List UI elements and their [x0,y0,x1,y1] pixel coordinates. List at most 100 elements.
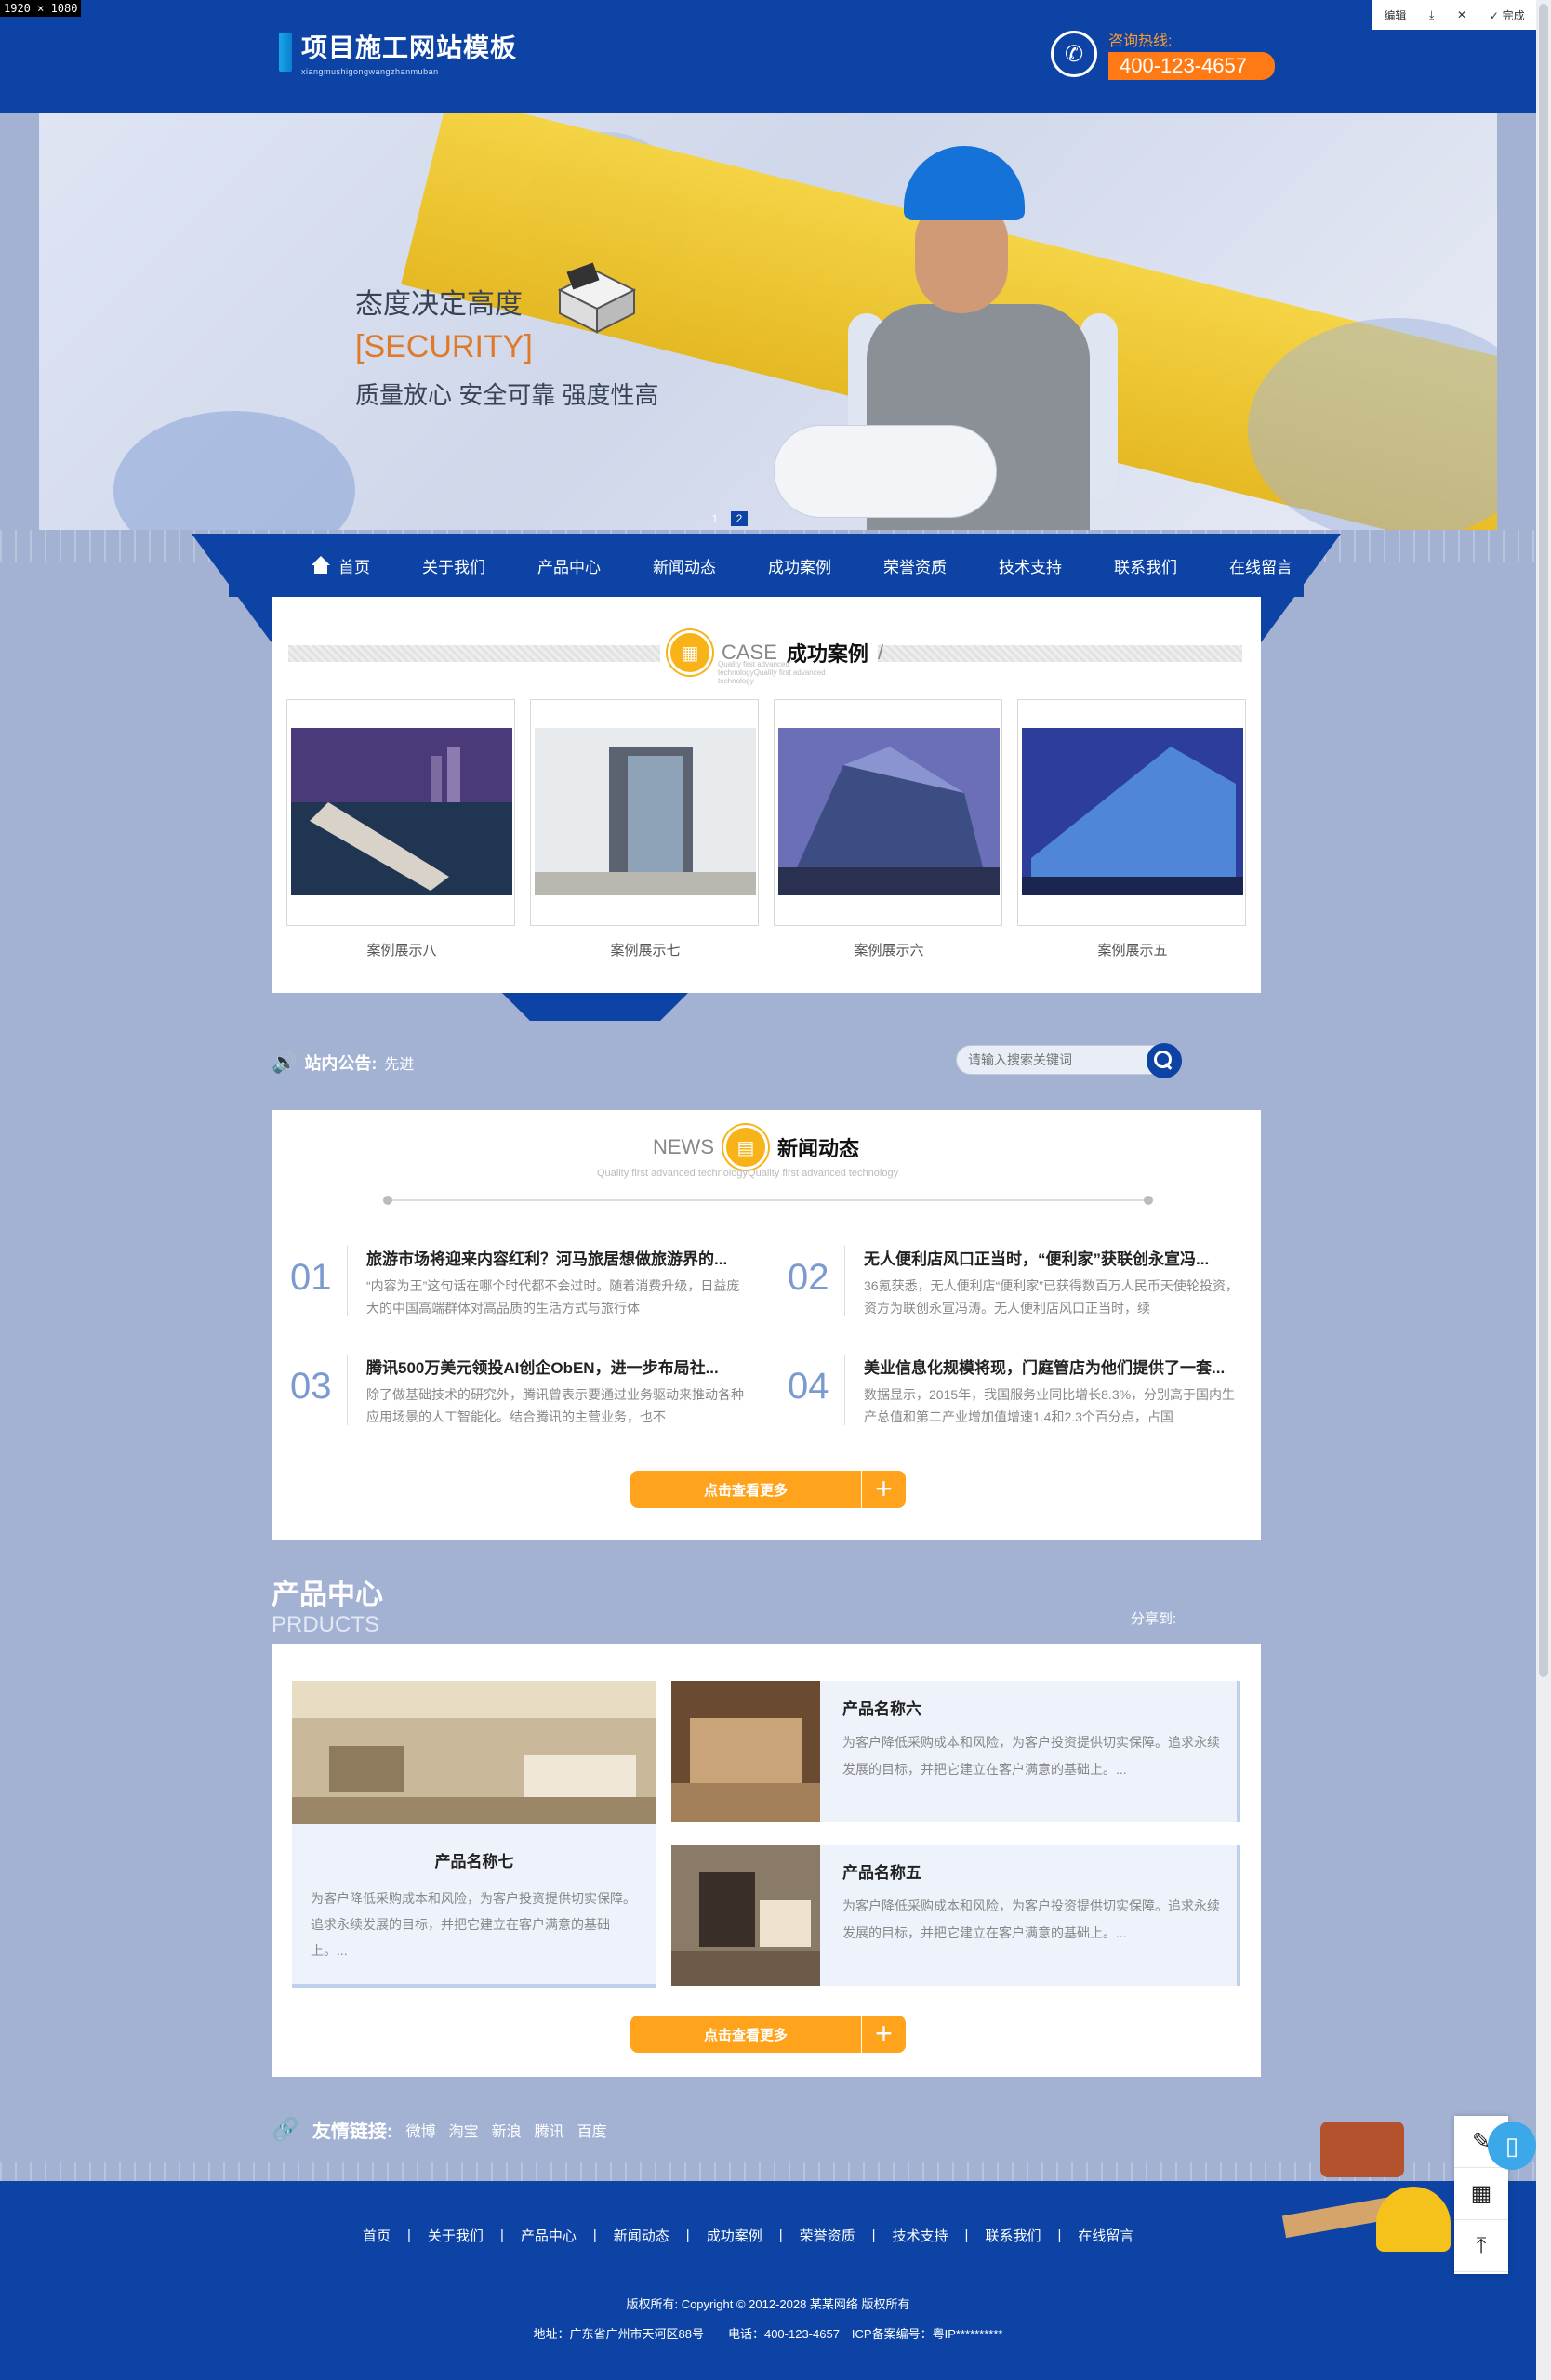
carousel-dot-1[interactable]: 1 [707,511,723,526]
link-icon: 🔗 [272,2117,299,2142]
search-input[interactable] [957,1046,1133,1074]
friend-link[interactable]: 腾讯 [535,2119,564,2141]
product-card[interactable]: 产品名称五 为客户降低采购成本和风险，为客户投资提供切实保障。追求永续发展的目标… [671,1844,1240,1986]
products-title-cn: 产品中心 [272,1580,383,1610]
news-more-button[interactable]: 点击查看更多 + [630,1471,906,1508]
more-label: 点击查看更多 [703,2027,788,2043]
title-slash: / [877,641,884,664]
download-icon[interactable]: ⤓ [1429,8,1434,22]
footer-nav-item[interactable]: 首页 [363,2226,391,2245]
logo-title: 项目施工网站模板 [301,33,518,62]
hotline: ✆ 咨询热线: 400-123-4657 [1051,28,1276,80]
qrcode-icon[interactable]: ▦ [1454,2168,1508,2220]
news-item[interactable]: 01 旅游市场将迎来内容红利？河马旅居想做旅游界的... “内容为王”这句话在哪… [290,1246,750,1319]
footer-nav-item[interactable]: 荣誉资质 [800,2226,855,2245]
news-title-link[interactable]: 无人便利店风口正当时，“便利家”获联创永宣冯... [864,1246,1245,1269]
footer-nav-item[interactable]: 在线留言 [1078,2226,1133,2245]
products-title-en: PRDUCTS [272,1612,380,1637]
nav-item-contact[interactable]: 联系我们 [1088,554,1203,577]
news-list: 01 旅游市场将迎来内容红利？河马旅居想做旅游界的... “内容为王”这句话在哪… [290,1246,1248,1428]
hotline-number: 400-123-4657 [1108,52,1276,80]
product-name: 产品名称六 [842,1700,921,1718]
case-item[interactable]: 案例展示六 [774,699,1002,959]
news-subtitle: Quality first advanced technologyQuality… [597,1168,899,1179]
notice-text[interactable]: 先进 [384,1051,414,1074]
carousel-dot-2[interactable]: 2 [731,511,748,526]
product-desc: 为客户降低采购成本和风险，为客户投资提供切实保障。追求永续发展的目标，并把它建立… [842,1898,1220,1940]
nav-item-message[interactable]: 在线留言 [1203,554,1319,577]
footer-nav-item[interactable]: 技术支持 [893,2226,948,2245]
product-image [292,1681,656,1824]
cases-section: ▦ CASE 成功案例 / Quality first advanced tec… [272,597,1261,993]
edit-button[interactable]: 编辑 [1384,7,1406,23]
scrollbar-thumb[interactable] [1539,4,1548,1677]
product-card-featured[interactable]: 产品名称七 为客户降低采购成本和风险，为客户投资提供切实保障。追求永续发展的目标… [292,1681,656,1988]
nav-separator: | [964,2228,969,2243]
nav-item-products[interactable]: 产品中心 [511,554,627,577]
logo-mark-icon [279,33,292,72]
news-title-link[interactable]: 美业信息化规模将现，门庭管店为他们提供了一套... [864,1355,1245,1378]
news-title: NEWS ▤ 新闻动态 [653,1125,859,1170]
hero-line-3: 质量放心 安全可靠 强度性高 [355,381,659,409]
news-item[interactable]: 04 美业信息化规模将现，门庭管店为他们提供了一套... 数据显示，2015年，… [788,1355,1248,1428]
product-card[interactable]: 产品名称六 为客户降低采购成本和风险，为客户投资提供切实保障。追求永续发展的目标… [671,1681,1240,1822]
friend-links: 🔗 友情链接: 微博 淘宝 新浪 腾讯 百度 [272,2116,607,2143]
footer-nav-item[interactable]: 新闻动态 [614,2226,669,2245]
friend-link[interactable]: 微博 [406,2119,436,2141]
section-stripe-left [288,645,660,662]
case-image [291,728,512,895]
friend-link[interactable]: 百度 [577,2119,607,2141]
notice-label: 站内公告: [304,1054,378,1073]
footer-nav-item[interactable]: 成功案例 [707,2226,762,2245]
toolbox-decoration [1320,2122,1404,2177]
news-item[interactable]: 02 无人便利店风口正当时，“便利家”获联创永宣冯... 36氪获悉，无人便利店… [788,1246,1248,1319]
hero-banner[interactable]: 态度决定高度 [SECURITY] 质量放心 安全可靠 强度性高 1 2 [39,113,1497,532]
back-to-top-icon[interactable]: ⤒ [1454,2220,1508,2272]
footer-address: 地址：广东省广州市天河区88号 电话：400-123-4657 ICP备案编号：… [533,2327,1003,2341]
footer-nav-item[interactable]: 联系我们 [985,2226,1041,2245]
friend-link[interactable]: 新浪 [492,2119,522,2141]
case-bottom-decoration [502,993,688,1021]
case-item[interactable]: 案例展示五 [1017,699,1246,959]
blueprint-roll [774,425,997,518]
products-section: 产品名称七 为客户降低采购成本和风险，为客户投资提供切实保障。追求永续发展的目标… [272,1644,1261,2077]
share-label[interactable]: 分享到: [1131,1608,1176,1628]
nav-item-cases[interactable]: 成功案例 [742,554,857,577]
friend-link[interactable]: 淘宝 [449,2119,479,2141]
vertical-scrollbar[interactable] [1536,0,1551,2380]
friend-links-label: 友情链接: [312,2122,393,2142]
close-icon[interactable]: ✕ [1457,8,1466,21]
news-title-link[interactable]: 腾讯500万美元领投AI创企ObEN，进一步布局社... [366,1355,748,1378]
news-number: 02 [788,1246,845,1316]
case-caption: 案例展示六 [854,943,924,959]
news-number: 01 [290,1246,348,1316]
case-item[interactable]: 案例展示八 [286,699,515,959]
product-image [671,1844,820,1986]
nav-item-label: 首页 [338,558,370,576]
footer-nav-item[interactable]: 关于我们 [428,2226,484,2245]
news-title-link[interactable]: 旅游市场将迎来内容红利？河马旅居想做旅游界的... [366,1246,748,1269]
case-caption: 案例展示八 [366,943,437,959]
site-logo[interactable]: 项目施工网站模板 xiangmushigongwangzhanmuban [279,28,517,76]
nav-item-news[interactable]: 新闻动态 [627,554,742,577]
logo-subtitle: xiangmushigongwangzhanmuban [301,67,439,76]
news-number: 03 [290,1355,348,1425]
case-image [778,728,1000,895]
footer-nav: 首页 | 关于我们 | 产品中心 | 新闻动态 | 成功案例 | 荣誉资质 | 技术支持 | … [363,2226,1133,2245]
done-button[interactable]: ✓ 完成 [1490,7,1525,23]
mobile-icon[interactable]: ▯ [1488,2122,1536,2170]
site-notice: 🔊 站内公告: 先进 [272,1051,414,1075]
hotline-label: 咨询热线: [1108,33,1173,49]
case-item[interactable]: 案例展示七 [530,699,759,959]
footer-nav-item[interactable]: 产品中心 [521,2226,577,2245]
nav-item-about[interactable]: 关于我们 [396,554,511,577]
main-nav: 首页 关于我们 产品中心 新闻动态 成功案例 荣誉资质 技术支持 联系我们 在线… [192,534,1341,645]
nav-item-honors[interactable]: 荣誉资质 [857,554,973,577]
nav-item-support[interactable]: 技术支持 [973,554,1088,577]
nav-item-home[interactable]: 首页 [285,554,396,577]
products-more-button[interactable]: 点击查看更多 + [630,2016,906,2053]
news-item[interactable]: 03 腾讯500万美元领投AI创企ObEN，进一步布局社... 除了做基础技术的… [290,1355,750,1428]
news-title-en: NEWS [653,1135,714,1158]
search-icon[interactable] [1147,1043,1182,1078]
section-stripe-right [878,645,1242,662]
